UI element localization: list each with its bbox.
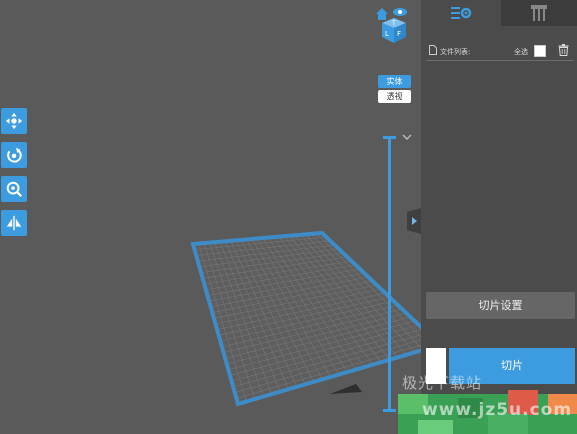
panel-collapse-toggle[interactable] — [407, 208, 421, 234]
move-button[interactable] — [1, 108, 27, 134]
trash-icon[interactable] — [558, 44, 569, 56]
list-gear-icon — [451, 7, 472, 19]
slice-button[interactable]: 切片 — [449, 348, 575, 384]
right-panel: 文件列表: 全选 切片设置 切片 — [421, 0, 577, 434]
file-list-header: 文件列表: 全选 — [426, 42, 574, 61]
chevron-down-icon[interactable] — [401, 132, 413, 142]
mirror-icon — [6, 215, 22, 231]
scale-icon — [6, 181, 22, 197]
move-arrows-icon — [5, 112, 23, 130]
file-icon — [429, 45, 437, 55]
transform-toolbar — [1, 108, 29, 244]
eye-icon[interactable] — [393, 8, 407, 16]
home-icon[interactable] — [376, 8, 388, 20]
mirror-button[interactable] — [1, 210, 27, 236]
viewcube[interactable]: T L F — [374, 5, 414, 45]
viewcube-face-top[interactable]: T — [391, 20, 396, 27]
build-plate — [190, 230, 421, 407]
select-all-label: 全选 — [514, 48, 528, 56]
file-list-label: 文件列表: — [440, 48, 471, 56]
perspective-view-button[interactable]: 透视 — [378, 90, 411, 103]
color-swatch[interactable] — [426, 348, 446, 384]
viewcube-face-left[interactable]: L — [385, 30, 389, 38]
tab-support[interactable] — [501, 0, 577, 26]
layer-slider-bottom-handle[interactable] — [383, 409, 396, 412]
solid-view-button[interactable]: 实体 — [378, 75, 411, 88]
panel-tabbar — [421, 0, 577, 26]
chevron-right-icon — [412, 217, 417, 225]
select-all-checkbox[interactable] — [534, 45, 546, 57]
3d-viewport[interactable]: T L F 实体 透视 — [0, 0, 421, 434]
support-icon — [531, 5, 547, 21]
slice-settings-button[interactable]: 切片设置 — [426, 292, 575, 319]
scale-button[interactable] — [1, 176, 27, 202]
rotate-icon — [7, 147, 22, 163]
tab-model-settings[interactable] — [421, 0, 501, 26]
layer-slider[interactable] — [388, 138, 391, 411]
rotate-button[interactable] — [1, 142, 27, 168]
viewcube-face-front[interactable]: F — [397, 30, 401, 38]
